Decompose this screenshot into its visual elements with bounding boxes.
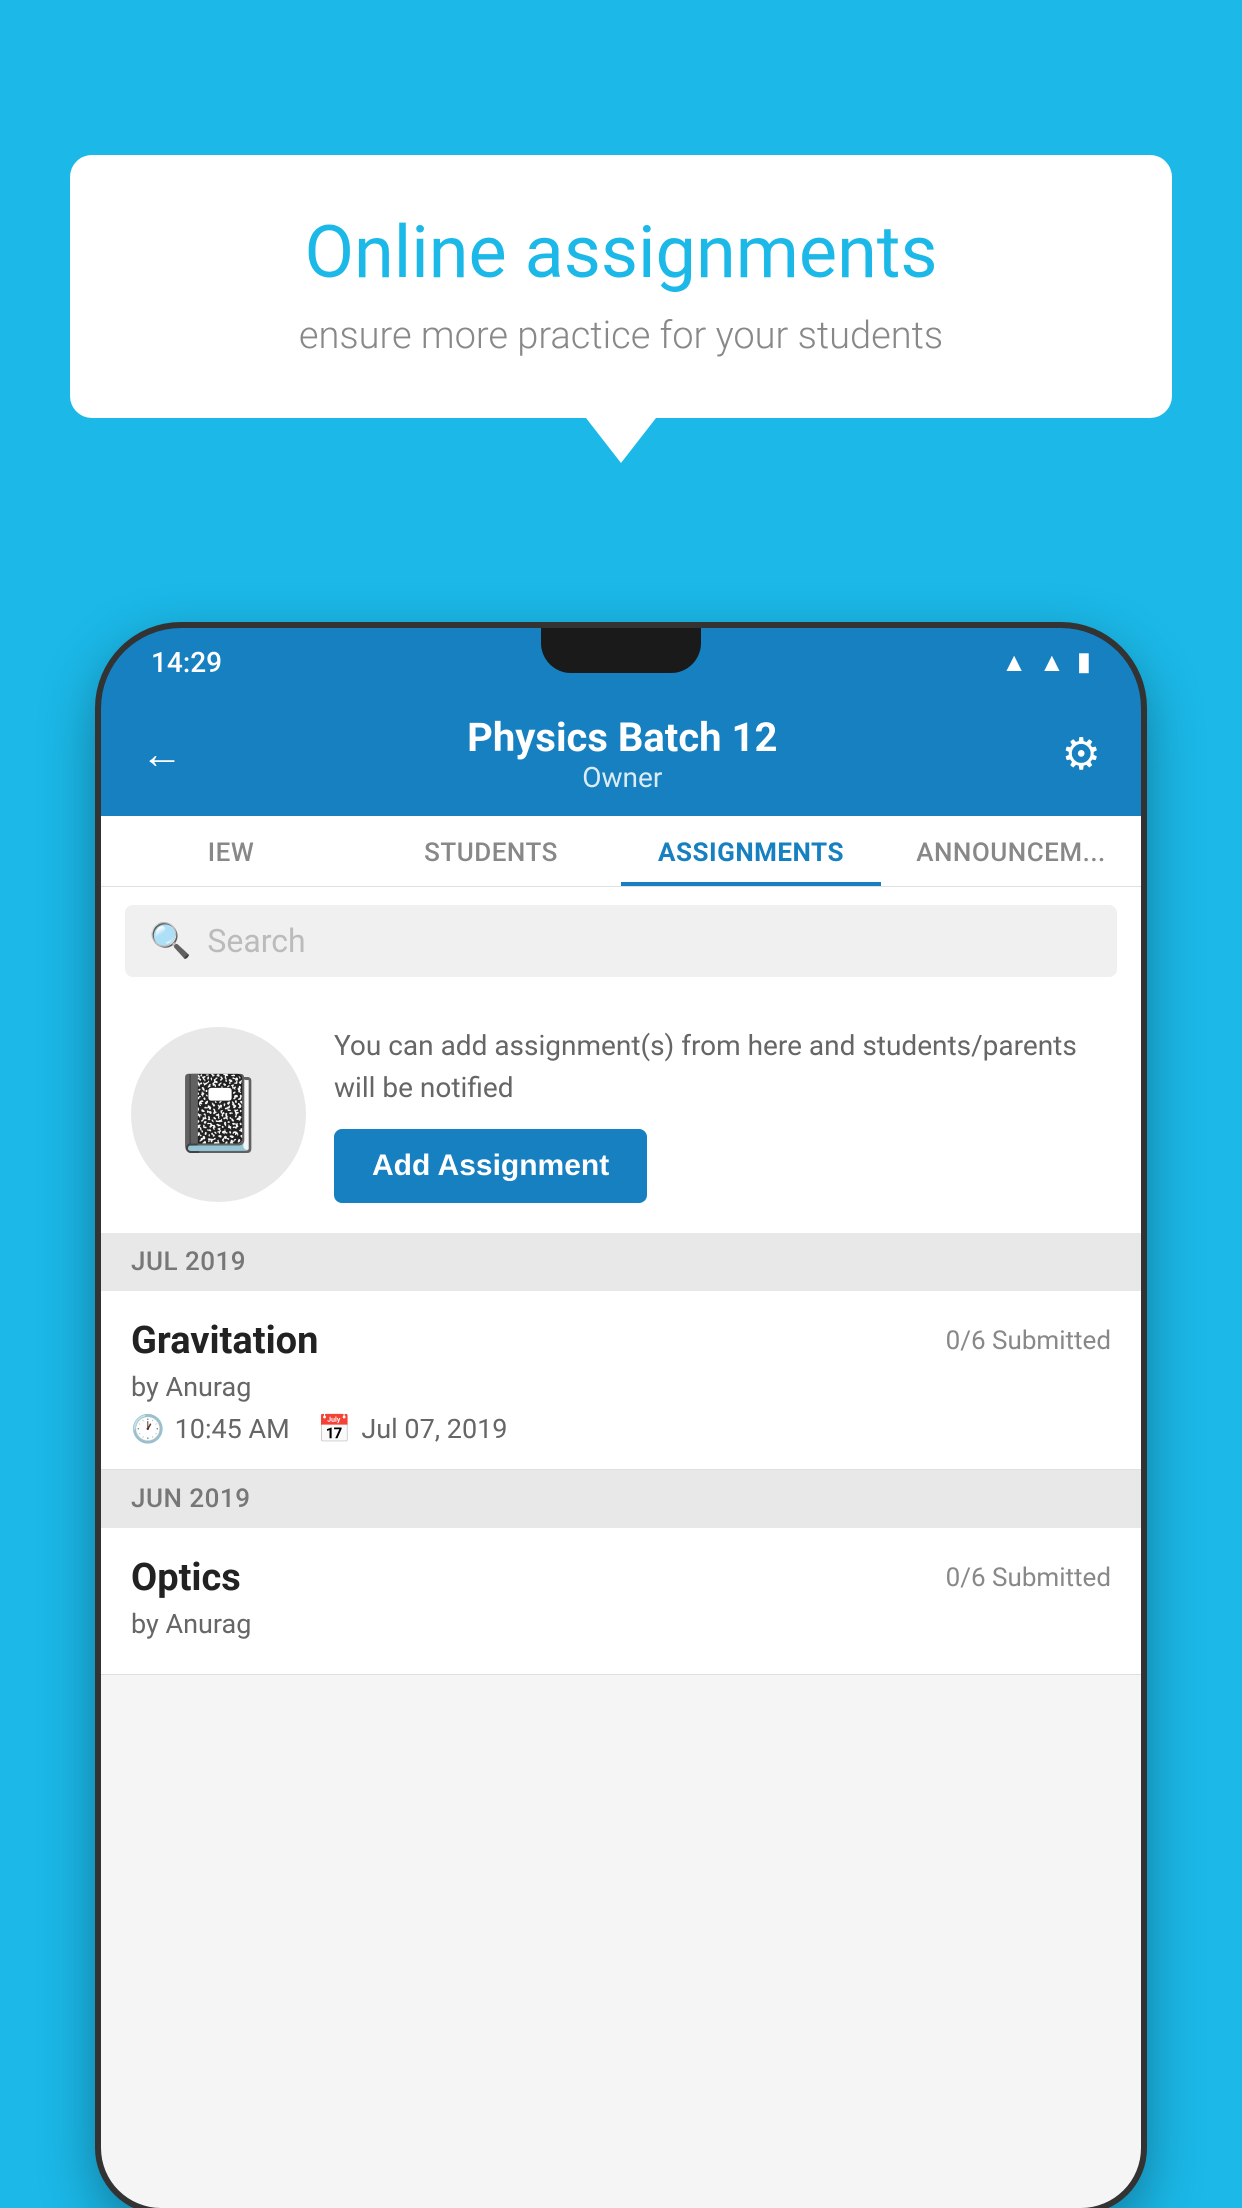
- submitted-count-optics: 0/6 Submitted: [946, 1563, 1111, 1593]
- assignment-time: 🕐 10:45 AM: [131, 1413, 290, 1445]
- back-button[interactable]: ←: [141, 730, 183, 779]
- tab-announcements[interactable]: ANNOUNCEM...: [881, 816, 1141, 886]
- speech-bubble-arrow: [586, 418, 656, 463]
- signal-icon: ▲: [1039, 647, 1065, 678]
- assignment-date: 📅 Jul 07, 2019: [318, 1413, 508, 1445]
- app-header: ← Physics Batch 12 Owner ⚙: [101, 696, 1141, 816]
- add-assignment-button[interactable]: Add Assignment: [334, 1129, 647, 1203]
- phone-notch: [541, 628, 701, 673]
- assignment-date-value: Jul 07, 2019: [361, 1413, 507, 1445]
- status-time: 14:29: [151, 646, 222, 679]
- assignment-title-optics: Optics: [131, 1556, 241, 1600]
- assignment-icon-circle: 📓: [131, 1027, 306, 1202]
- speech-bubble-subtitle: ensure more practice for your students: [140, 314, 1102, 358]
- phone-content: 🔍 Search 📓 You can add assignment(s) fro…: [101, 887, 1141, 2208]
- section-jul-label: JUL 2019: [131, 1247, 246, 1277]
- assignment-by-gravitation: by Anurag: [131, 1371, 1111, 1403]
- speech-bubble: Online assignments ensure more practice …: [70, 155, 1172, 418]
- tab-students[interactable]: STUDENTS: [361, 816, 621, 886]
- assignment-optics[interactable]: Optics 0/6 Submitted by Anurag: [101, 1528, 1141, 1675]
- tab-assignments[interactable]: ASSIGNMENTS: [621, 816, 881, 886]
- speech-bubble-title: Online assignments: [140, 210, 1102, 296]
- status-icons: ▲ ▲ ▮: [1001, 647, 1091, 678]
- assignment-card-right: You can add assignment(s) from here and …: [334, 1025, 1111, 1203]
- assignment-card-description: You can add assignment(s) from here and …: [334, 1025, 1111, 1109]
- assignment-optics-row-top: Optics 0/6 Submitted: [131, 1556, 1111, 1600]
- add-assignment-card: 📓 You can add assignment(s) from here an…: [101, 995, 1141, 1233]
- section-jul-2019: JUL 2019: [101, 1233, 1141, 1291]
- search-bar[interactable]: 🔍 Search: [125, 905, 1117, 977]
- assignment-gravitation[interactable]: Gravitation 0/6 Submitted by Anurag 🕐 10…: [101, 1291, 1141, 1470]
- search-placeholder: Search: [207, 922, 305, 960]
- calendar-icon: 📅: [318, 1413, 352, 1445]
- assignment-notebook-icon: 📓: [172, 1070, 265, 1158]
- header-center: Physics Batch 12 Owner: [467, 714, 777, 794]
- section-jun-label: JUN 2019: [131, 1484, 250, 1514]
- assignment-by-optics: by Anurag: [131, 1608, 1111, 1640]
- search-container: 🔍 Search: [101, 887, 1141, 995]
- phone-frame: 14:29 ▲ ▲ ▮ ← Physics Batch 12 Owner ⚙ I…: [101, 628, 1141, 2208]
- section-jun-2019: JUN 2019: [101, 1470, 1141, 1528]
- header-title: Physics Batch 12: [467, 714, 777, 761]
- status-bar: 14:29 ▲ ▲ ▮: [101, 628, 1141, 696]
- battery-icon: ▮: [1077, 647, 1091, 677]
- assignment-time-value: 10:45 AM: [175, 1413, 290, 1445]
- settings-icon[interactable]: ⚙: [1062, 728, 1101, 780]
- clock-icon: 🕐: [131, 1413, 165, 1445]
- assignment-row-top: Gravitation 0/6 Submitted: [131, 1319, 1111, 1363]
- wifi-icon: ▲: [1001, 647, 1027, 678]
- assignment-title-gravitation: Gravitation: [131, 1319, 318, 1363]
- submitted-count-gravitation: 0/6 Submitted: [946, 1326, 1111, 1356]
- header-subtitle: Owner: [467, 761, 777, 794]
- tab-iew[interactable]: IEW: [101, 816, 361, 886]
- assignment-meta-gravitation: 🕐 10:45 AM 📅 Jul 07, 2019: [131, 1413, 1111, 1445]
- tabs-bar: IEW STUDENTS ASSIGNMENTS ANNOUNCEM...: [101, 816, 1141, 887]
- speech-bubble-container: Online assignments ensure more practice …: [70, 155, 1172, 463]
- search-icon: 🔍: [149, 921, 191, 961]
